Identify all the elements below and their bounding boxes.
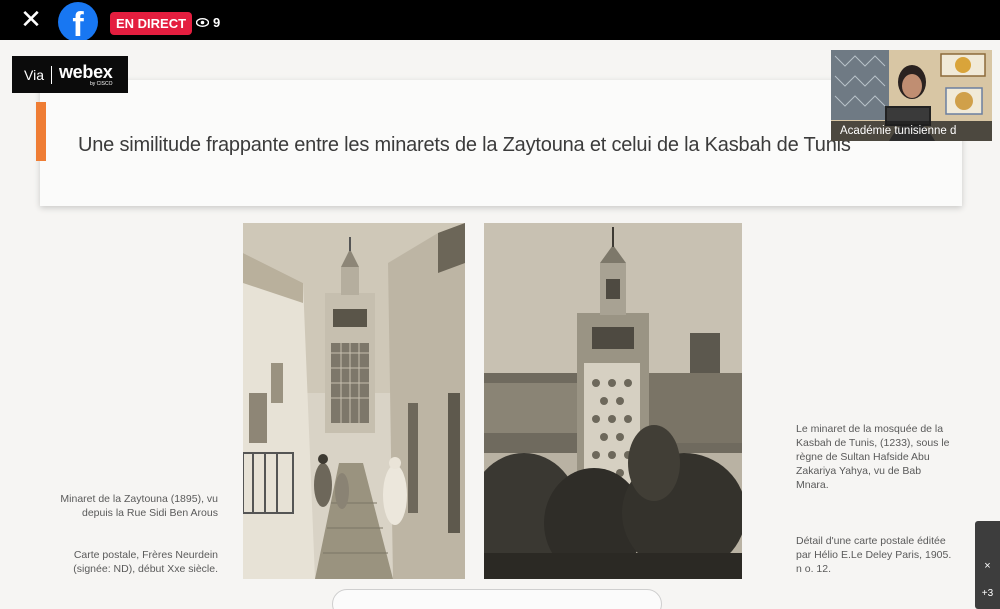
- viewer-count-value: 9: [213, 15, 221, 30]
- viewer-count: 9: [196, 15, 220, 30]
- live-header: ✕ f EN DIRECT 9: [0, 0, 1000, 42]
- video-stage[interactable]: Une similitude frappante entre les minar…: [0, 40, 1000, 609]
- close-icon[interactable]: ✕: [18, 7, 44, 34]
- comment-input-bar[interactable]: [332, 589, 662, 609]
- webex-by-cisco: by CISCO: [90, 80, 113, 87]
- caption-zaytouna-source: Carte postale, Frères Neurdein (signée: …: [73, 549, 218, 575]
- more-participants-count[interactable]: +3: [975, 588, 1000, 599]
- eye-icon: [196, 18, 209, 27]
- participant-name: Académie tunisienne d: [831, 121, 992, 141]
- slide-title: Une similitude frappante entre les minar…: [78, 134, 851, 156]
- side-panel-close-icon[interactable]: ×: [975, 560, 1000, 572]
- title-accent-bar: [36, 102, 46, 161]
- webex-via-label: Via: [24, 66, 44, 83]
- facebook-logo-icon[interactable]: f: [58, 2, 98, 42]
- caption-kasbah-source: Détail d'une carte postale éditée par Hé…: [796, 535, 952, 575]
- kasbah-minaret-photo: [484, 223, 742, 579]
- webex-badge: Via webex by CISCO: [12, 56, 128, 93]
- live-badge: EN DIRECT: [110, 12, 193, 35]
- webex-divider: [50, 65, 52, 84]
- webex-brand: webex: [58, 61, 113, 82]
- zaytouna-minaret-photo: [243, 223, 465, 579]
- webex-logo: webex by CISCO: [59, 63, 113, 87]
- participant-video[interactable]: Académie tunisienne d: [831, 50, 992, 141]
- caption-kasbah: Le minaret de la mosquée de la Kasbah de…: [796, 423, 950, 491]
- caption-zaytouna: Minaret de la Zaytouna (1895), vu depuis…: [60, 493, 218, 519]
